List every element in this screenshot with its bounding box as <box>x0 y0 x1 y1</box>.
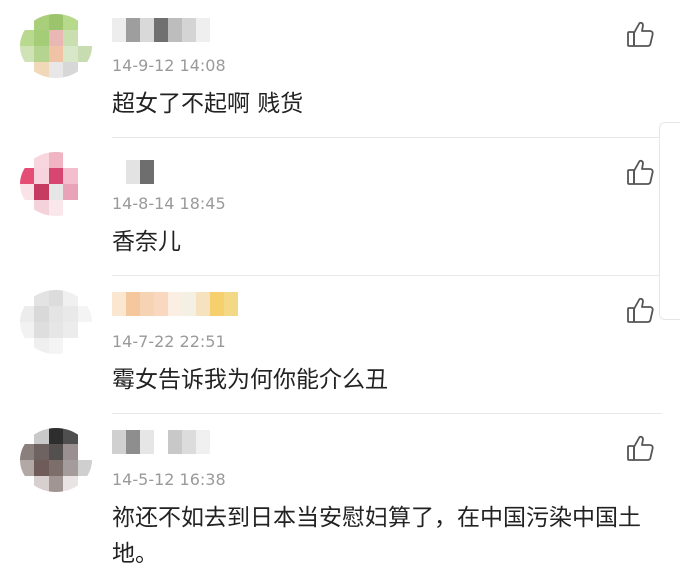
avatar-pixel <box>48 476 64 492</box>
avatar-pixel <box>48 460 64 476</box>
avatar-pixel <box>34 460 49 476</box>
avatar-pixel <box>34 428 49 444</box>
avatar-pixel <box>20 476 35 492</box>
username-pixel <box>168 430 182 454</box>
avatar-pixel <box>77 444 92 460</box>
username-pixel <box>154 430 168 454</box>
avatar[interactable] <box>20 428 92 492</box>
avatar-pixel <box>48 444 64 460</box>
avatar-pixel <box>77 460 92 476</box>
avatar-pixel <box>34 476 49 492</box>
avatar-pixel <box>20 460 35 476</box>
avatar-pixel <box>20 428 35 444</box>
username-pixel <box>140 430 154 454</box>
avatar-pixel <box>63 460 78 476</box>
comment-text: 祢还不如去到日本当安慰妇算了，在中国污染中国土地。 <box>112 505 641 567</box>
username-pixel <box>182 430 196 454</box>
avatar-pixel <box>34 444 49 460</box>
comment-item: 14-5-12 16:38 祢还不如去到日本当安慰妇算了，在中国污染中国土地。 <box>0 0 680 580</box>
thumbs-up-icon[interactable] <box>624 432 656 464</box>
username-pixel <box>196 430 210 454</box>
avatar-pixel <box>20 444 35 460</box>
username-pixel <box>112 430 126 454</box>
avatar-pixel <box>48 428 64 444</box>
avatar-pixel <box>63 476 78 492</box>
avatar-pixel <box>77 476 92 492</box>
avatar-pixel <box>77 428 92 444</box>
avatar-pixel <box>63 444 78 460</box>
username-pixelated[interactable] <box>112 430 210 454</box>
avatar-pixel <box>63 428 78 444</box>
username-pixel <box>126 430 140 454</box>
scrollbar-handle[interactable] <box>659 122 680 320</box>
comment-timestamp: 14-5-12 16:38 <box>112 470 226 489</box>
